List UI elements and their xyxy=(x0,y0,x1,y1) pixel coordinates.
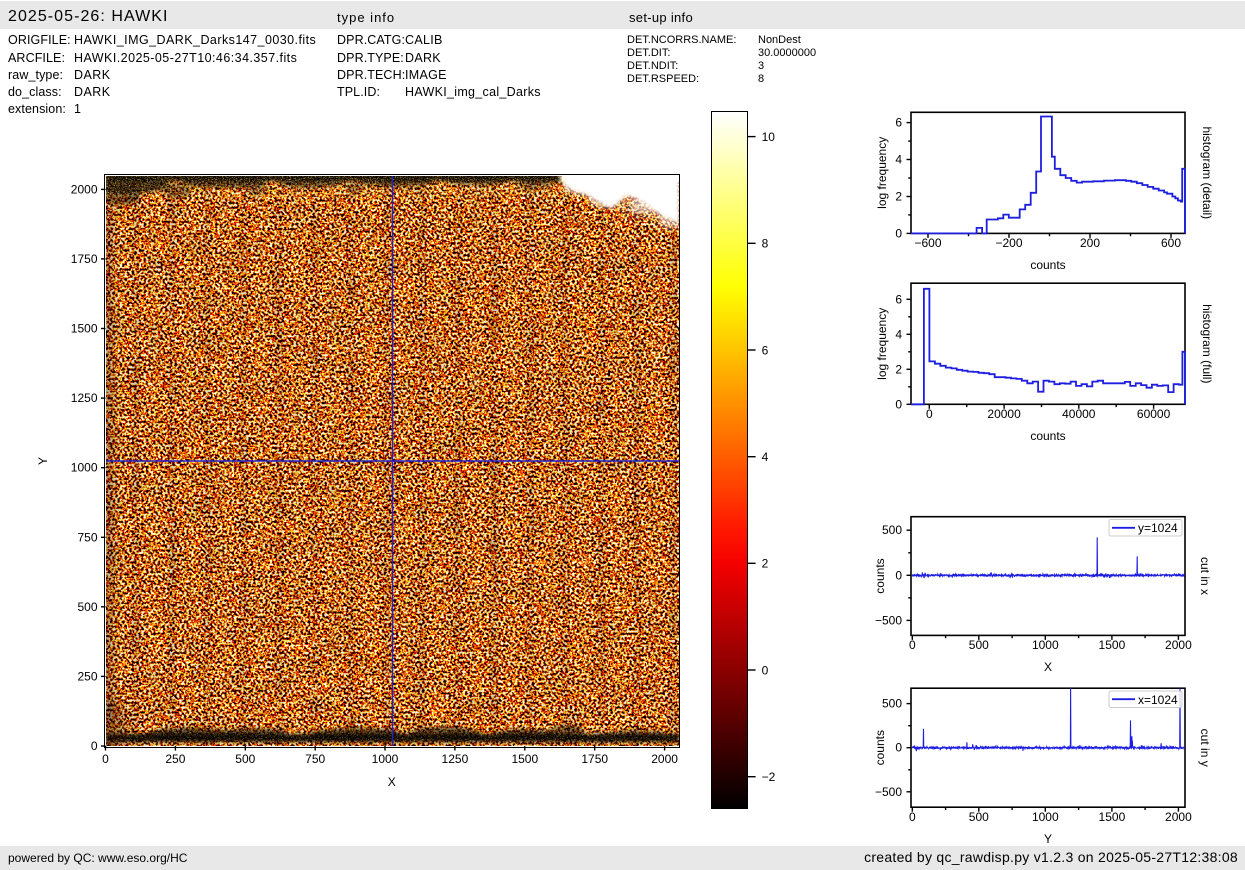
svg-text:log frequency: log frequency xyxy=(875,137,889,209)
svg-text:0: 0 xyxy=(895,741,902,755)
svg-text:y=1024: y=1024 xyxy=(1138,521,1178,535)
svg-text:−500: −500 xyxy=(875,613,902,627)
svg-text:2: 2 xyxy=(895,362,902,376)
svg-text:Y: Y xyxy=(1044,832,1052,846)
svg-text:2000: 2000 xyxy=(1165,810,1192,824)
svg-text:8: 8 xyxy=(762,237,769,251)
svg-text:0: 0 xyxy=(926,407,933,421)
svg-text:500: 500 xyxy=(77,600,97,614)
svg-text:60000: 60000 xyxy=(1137,407,1171,421)
svg-text:2000: 2000 xyxy=(1165,638,1192,652)
svg-text:500: 500 xyxy=(882,523,902,537)
svg-text:250: 250 xyxy=(165,752,185,766)
svg-text:200: 200 xyxy=(1080,236,1100,250)
svg-text:4: 4 xyxy=(762,450,769,464)
svg-text:0: 0 xyxy=(895,397,902,411)
svg-text:1500: 1500 xyxy=(511,752,538,766)
svg-text:1000: 1000 xyxy=(1032,810,1059,824)
svg-text:1750: 1750 xyxy=(581,752,608,766)
svg-text:750: 750 xyxy=(305,752,325,766)
svg-text:counts: counts xyxy=(873,558,887,593)
svg-text:250: 250 xyxy=(77,669,97,683)
svg-text:2000: 2000 xyxy=(651,752,678,766)
svg-text:x=1024: x=1024 xyxy=(1138,693,1178,707)
svg-text:counts: counts xyxy=(1030,258,1065,272)
svg-text:cut in y: cut in y xyxy=(1198,729,1212,767)
svg-text:6: 6 xyxy=(895,116,902,130)
svg-text:Y: Y xyxy=(36,457,50,465)
svg-text:4: 4 xyxy=(895,327,902,341)
svg-text:40000: 40000 xyxy=(1062,407,1096,421)
svg-text:4: 4 xyxy=(895,153,902,167)
svg-text:−2: −2 xyxy=(762,770,776,784)
svg-text:0: 0 xyxy=(909,638,916,652)
svg-text:cut in x: cut in x xyxy=(1198,557,1212,595)
svg-text:0: 0 xyxy=(762,663,769,677)
svg-text:1250: 1250 xyxy=(71,391,98,405)
svg-text:X: X xyxy=(1044,660,1052,674)
svg-text:10: 10 xyxy=(762,130,776,144)
svg-text:0: 0 xyxy=(102,752,109,766)
svg-text:1500: 1500 xyxy=(71,322,98,336)
svg-text:1750: 1750 xyxy=(71,252,98,266)
svg-text:0: 0 xyxy=(895,568,902,582)
svg-text:1250: 1250 xyxy=(442,752,469,766)
svg-text:2: 2 xyxy=(762,557,769,571)
svg-text:600: 600 xyxy=(1161,236,1181,250)
svg-text:500: 500 xyxy=(235,752,255,766)
svg-text:1000: 1000 xyxy=(372,752,399,766)
svg-text:X: X xyxy=(388,775,396,789)
svg-text:1500: 1500 xyxy=(1099,810,1126,824)
svg-text:−500: −500 xyxy=(875,785,902,799)
svg-text:1000: 1000 xyxy=(71,461,98,475)
svg-text:−200: −200 xyxy=(995,236,1022,250)
svg-text:750: 750 xyxy=(77,530,97,544)
svg-text:histogram (full): histogram (full) xyxy=(1200,304,1214,383)
svg-text:500: 500 xyxy=(969,638,989,652)
svg-text:1500: 1500 xyxy=(1099,638,1126,652)
svg-text:500: 500 xyxy=(882,697,902,711)
svg-text:counts: counts xyxy=(873,730,887,765)
svg-text:6: 6 xyxy=(895,292,902,306)
svg-text:counts: counts xyxy=(1030,429,1065,443)
svg-text:0: 0 xyxy=(909,810,916,824)
svg-text:6: 6 xyxy=(762,343,769,357)
svg-text:1000: 1000 xyxy=(1032,638,1059,652)
svg-text:histogram (detail): histogram (detail) xyxy=(1200,126,1214,219)
svg-text:20000: 20000 xyxy=(987,407,1021,421)
svg-text:500: 500 xyxy=(969,810,989,824)
svg-text:2: 2 xyxy=(895,190,902,204)
svg-text:−600: −600 xyxy=(914,236,941,250)
svg-text:0: 0 xyxy=(895,226,902,240)
svg-text:2000: 2000 xyxy=(71,182,98,196)
svg-text:log frequency: log frequency xyxy=(875,308,889,380)
svg-text:0: 0 xyxy=(91,739,98,753)
